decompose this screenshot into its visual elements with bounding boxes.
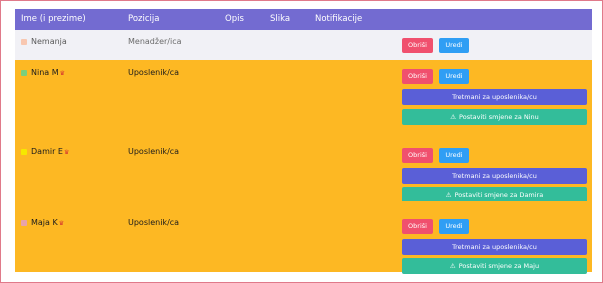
delete-button[interactable]: Obriši (402, 38, 433, 53)
header-position: Pozicija (128, 14, 160, 24)
treatments-button[interactable]: Tretmani za uposlenika/cu (402, 239, 587, 255)
header-notifications: Notifikacije (315, 14, 363, 24)
employee-name: Nemanja (31, 37, 67, 46)
employee-name: Damir E♛ (31, 147, 70, 156)
employee-position: Menadžer/ica (128, 37, 182, 46)
header-name: Ime (i prezime) (21, 14, 86, 24)
table-row: Nemanja Menadžer/ica Obriši Uredi (15, 30, 592, 60)
table-row: Nina M♛ Uposlenik/ca Obriši Uredi Tretma… (15, 60, 592, 131)
edit-button[interactable]: Uredi (439, 38, 469, 53)
color-swatch (21, 220, 27, 226)
shifts-button[interactable]: ⚠ Postaviti smjene za Maju (402, 258, 587, 274)
edit-button[interactable]: Uredi (439, 219, 469, 234)
crown-icon: ♛ (63, 149, 70, 156)
employee-position: Uposlenik/ca (128, 147, 180, 156)
table-row: Maja K♛ Uposlenik/ca Obriši Uredi Tretma… (15, 201, 592, 274)
employee-name: Nina M♛ (31, 68, 66, 77)
crown-icon: ♛ (58, 220, 65, 227)
table-row: Damir E♛ Uposlenik/ca Obriši Uredi Tretm… (15, 131, 592, 203)
employee-position: Uposlenik/ca (128, 68, 180, 77)
warning-icon: ⚠ (449, 262, 456, 270)
edit-button[interactable]: Uredi (439, 69, 469, 84)
color-swatch (21, 70, 27, 76)
warning-icon: ⚠ (450, 113, 457, 121)
crown-icon: ♛ (59, 70, 66, 77)
color-swatch (21, 149, 27, 155)
delete-button[interactable]: Obriši (402, 219, 433, 234)
treatments-button[interactable]: Tretmani za uposlenika/cu (402, 89, 587, 105)
employees-table: Ime (i prezime) Pozicija Opis Slika Noti… (15, 9, 592, 274)
header-description: Opis (225, 14, 244, 24)
delete-button[interactable]: Obriši (402, 69, 433, 84)
color-swatch (21, 39, 27, 45)
employee-name: Maja K♛ (31, 218, 65, 227)
warning-icon: ⚠ (445, 191, 452, 199)
shifts-button[interactable]: ⚠ Postaviti smjene za Ninu (402, 109, 587, 125)
table-header: Ime (i prezime) Pozicija Opis Slika Noti… (15, 9, 592, 30)
delete-button[interactable]: Obriši (402, 148, 433, 163)
edit-button[interactable]: Uredi (439, 148, 469, 163)
treatments-button[interactable]: Tretmani za uposlenika/cu (402, 168, 587, 184)
header-image: Slika (270, 14, 291, 24)
employee-position: Uposlenik/ca (128, 218, 180, 227)
